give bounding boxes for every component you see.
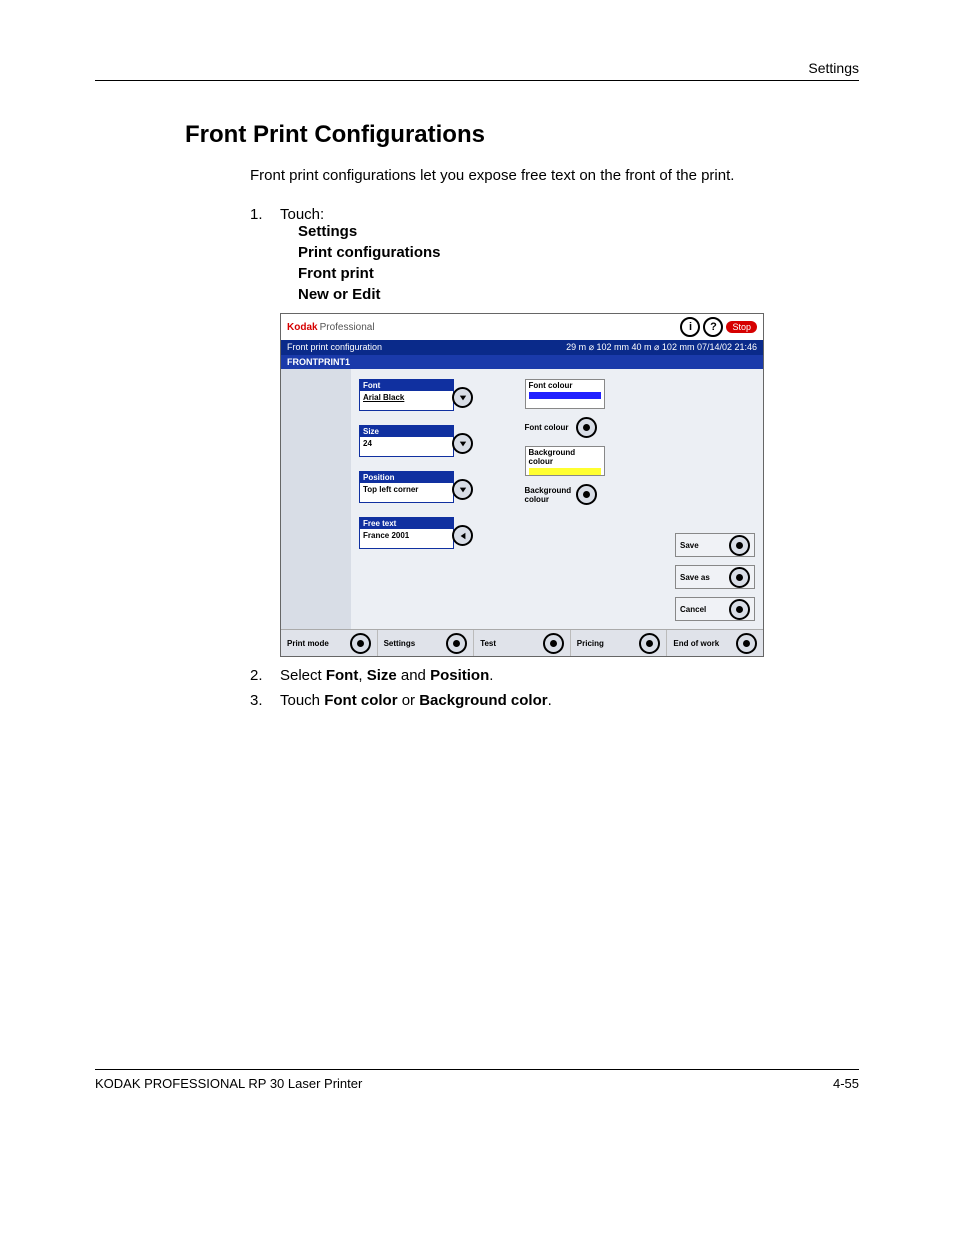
radio-icon <box>350 633 371 654</box>
footer-printmode-label: Print mode <box>287 639 329 648</box>
cancel-label: Cancel <box>680 605 706 614</box>
radio-icon <box>729 599 750 620</box>
freetext-edit-button[interactable] <box>452 525 473 546</box>
font-colour-swatch: Font colour <box>525 379 605 409</box>
page-footer: KODAK PROFESSIONAL RP 30 Laser Printer 4… <box>95 1069 859 1091</box>
footer-pricing-label: Pricing <box>577 639 604 648</box>
chevron-left-icon <box>459 532 467 540</box>
saveas-label: Save as <box>680 573 710 582</box>
freetext-value: France 2001 <box>360 529 453 542</box>
help-icon[interactable]: ? <box>703 317 723 337</box>
position-field: Position Top left corner <box>359 471 454 503</box>
font-colour-swatch-value <box>529 392 601 399</box>
font-colour-button[interactable] <box>576 417 597 438</box>
chevron-down-icon <box>459 394 467 402</box>
save-label: Save <box>680 541 699 550</box>
step-1-sub-settings: Settings <box>95 223 859 240</box>
size-dropdown-button[interactable] <box>452 433 473 454</box>
step-1-sub-newedit: New or Edit <box>95 286 859 303</box>
page-title: Front Print Configurations <box>95 121 859 149</box>
brand-professional: Professional <box>320 322 375 333</box>
radio-icon <box>736 633 757 654</box>
radio-icon <box>639 633 660 654</box>
step-2-pre: Select <box>280 667 326 684</box>
step-3-b2: Background color <box>419 692 547 709</box>
step-2-b3: Position <box>430 667 489 684</box>
bg-colour-swatch-value <box>529 468 601 475</box>
font-dropdown-button[interactable] <box>452 387 473 408</box>
font-colour-btn-label: Font colour <box>525 423 573 432</box>
step-2-b1: Font <box>326 667 358 684</box>
footer-settings[interactable]: Settings <box>378 630 475 656</box>
screenshot-statusbar: Front print configuration 29 m ⌀ 102 mm … <box>281 340 763 355</box>
font-label: Font <box>360 380 453 391</box>
step-1-text: Touch: <box>280 206 324 223</box>
position-dropdown-button[interactable] <box>452 479 473 500</box>
footer-pricing[interactable]: Pricing <box>571 630 668 656</box>
bg-colour-label: Background colour <box>526 447 604 467</box>
chevron-down-icon <box>459 486 467 494</box>
footer-left: KODAK PROFESSIONAL RP 30 Laser Printer <box>95 1076 362 1091</box>
step-1-num: 1. <box>250 206 280 223</box>
step-2: 2.Select Font, Size and Position. <box>250 667 859 684</box>
step-2-mid1: , <box>358 667 366 684</box>
position-label: Position <box>360 472 453 483</box>
screenshot-tab: FRONTPRINT1 <box>281 355 763 369</box>
screenshot-footer: Print mode Settings Test Pricing End of … <box>281 629 763 656</box>
page-header: Settings <box>95 60 859 81</box>
radio-icon <box>446 633 467 654</box>
font-field: Font Arial Black <box>359 379 454 411</box>
header-section-label: Settings <box>808 60 859 76</box>
step-2-post: . <box>489 667 493 684</box>
radio-icon <box>543 633 564 654</box>
step-2-mid2: and <box>397 667 430 684</box>
step-3-num: 3. <box>250 692 280 709</box>
radio-icon <box>729 535 750 556</box>
step-2-b2: Size <box>367 667 397 684</box>
info-icon[interactable]: i <box>680 317 700 337</box>
step-3-pre: Touch <box>280 692 324 709</box>
footer-settings-label: Settings <box>384 639 416 648</box>
statusbar-left: Front print configuration <box>287 342 382 353</box>
bg-colour-swatch: Background colour <box>525 446 605 476</box>
brand-kodak: Kodak <box>287 322 318 333</box>
save-button[interactable]: Save <box>675 533 755 557</box>
cancel-button[interactable]: Cancel <box>675 597 755 621</box>
saveas-button[interactable]: Save as <box>675 565 755 589</box>
radio-icon <box>729 567 750 588</box>
step-1: 1.Touch: <box>95 206 859 223</box>
position-value: Top left corner <box>360 483 453 496</box>
bg-colour-button[interactable] <box>576 484 597 505</box>
step-3-b1: Font color <box>324 692 397 709</box>
freetext-label: Free text <box>360 518 453 529</box>
step-2-num: 2. <box>250 667 280 684</box>
stop-button[interactable]: Stop <box>726 321 757 333</box>
step-3-post: . <box>548 692 552 709</box>
size-value: 24 <box>360 437 453 450</box>
step-1-sub-printconfig: Print configurations <box>95 244 859 261</box>
screenshot-titlebar: KodakProfessional i ? Stop <box>281 314 763 340</box>
footer-test[interactable]: Test <box>474 630 571 656</box>
bg-colour-btn-label: Background colour <box>525 486 573 504</box>
size-field: Size 24 <box>359 425 454 457</box>
step-3: 3.Touch Font color or Background color. <box>250 692 859 709</box>
footer-endofwork[interactable]: End of work <box>667 630 763 656</box>
font-value: Arial Black <box>360 391 453 404</box>
screenshot-sidebar <box>281 369 351 629</box>
statusbar-right: 29 m ⌀ 102 mm 40 m ⌀ 102 mm 07/14/02 21:… <box>566 342 757 353</box>
freetext-field: Free text France 2001 <box>359 517 454 549</box>
footer-test-label: Test <box>480 639 496 648</box>
step-1-sub-frontprint: Front print <box>95 265 859 282</box>
embedded-screenshot: KodakProfessional i ? Stop Front print c… <box>280 313 764 657</box>
chevron-down-icon <box>459 440 467 448</box>
footer-right: 4-55 <box>833 1076 859 1091</box>
step-3-mid: or <box>398 692 420 709</box>
size-label: Size <box>360 426 453 437</box>
intro-text: Front print configurations let you expos… <box>95 167 859 184</box>
footer-endofwork-label: End of work <box>673 639 719 648</box>
footer-printmode[interactable]: Print mode <box>281 630 378 656</box>
font-colour-label: Font colour <box>526 380 604 391</box>
